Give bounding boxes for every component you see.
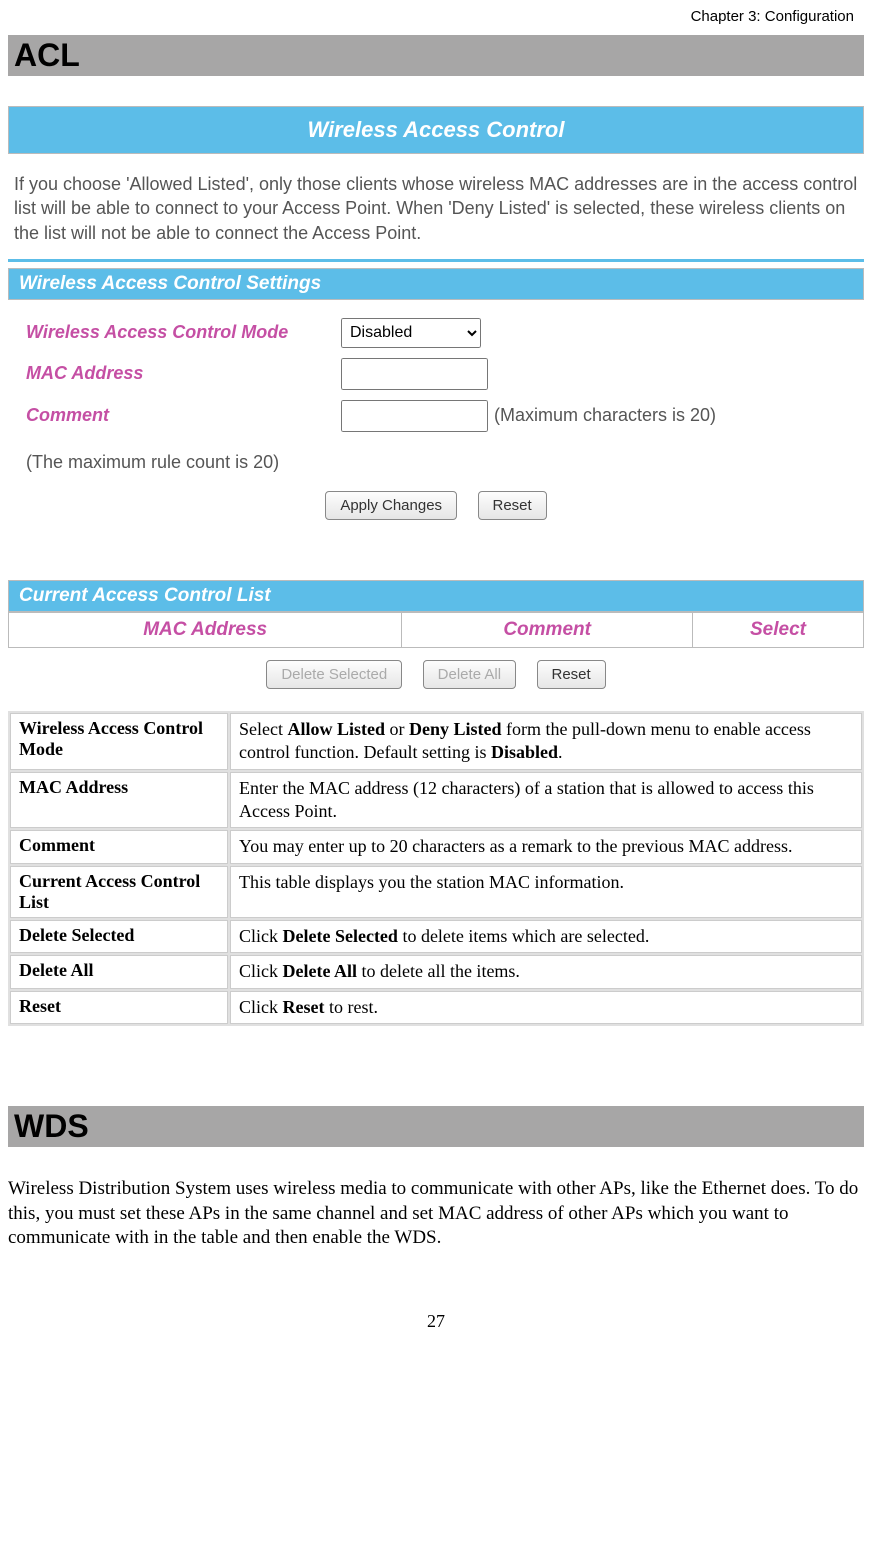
- desc-term: Wireless Access Control Mode: [10, 713, 228, 770]
- access-control-list-table: MAC Address Comment Select: [8, 612, 864, 648]
- table-row: Current Access Control List This table d…: [10, 866, 862, 918]
- desc-term: Current Access Control List: [10, 866, 228, 918]
- screenshot-wireless-access-control: Wireless Access Control If you choose 'A…: [8, 106, 864, 689]
- desc-term: Delete All: [10, 955, 228, 988]
- desc-term: MAC Address: [10, 772, 228, 829]
- list-title: Current Access Control List: [8, 580, 864, 612]
- table-row: Wireless Access Control ModeSelect Allow…: [10, 713, 862, 770]
- desc-def: Click Delete All to delete all the items…: [230, 955, 862, 988]
- desc-def: Click Delete Selected to delete items wh…: [230, 920, 862, 953]
- desc-def: Enter the MAC address (12 characters) of…: [230, 772, 862, 829]
- section-title-wds: WDS: [8, 1106, 864, 1147]
- mode-select[interactable]: Disabled: [341, 318, 481, 348]
- page-number: 27: [8, 1311, 864, 1342]
- panel-title: Wireless Access Control: [8, 106, 864, 154]
- delete-all-button[interactable]: Delete All: [423, 660, 516, 689]
- table-row: ResetClick Reset to rest.: [10, 991, 862, 1024]
- reset-button[interactable]: Reset: [478, 491, 547, 520]
- mac-label: MAC Address: [26, 363, 341, 384]
- table-row: Delete SelectedClick Delete Selected to …: [10, 920, 862, 953]
- apply-button[interactable]: Apply Changes: [325, 491, 457, 520]
- comment-label: Comment: [26, 405, 341, 426]
- delete-selected-button[interactable]: Delete Selected: [266, 660, 402, 689]
- reset-list-button[interactable]: Reset: [537, 660, 606, 689]
- col-select: Select: [692, 612, 863, 647]
- col-comment: Comment: [402, 612, 693, 647]
- wds-paragraph: Wireless Distribution System uses wirele…: [8, 1177, 864, 1251]
- mac-input[interactable]: [341, 358, 488, 390]
- desc-def: This table displays you the station MAC …: [230, 866, 862, 918]
- desc-term: Delete Selected: [10, 920, 228, 953]
- desc-def: Click Reset to rest.: [230, 991, 862, 1024]
- desc-term: Reset: [10, 991, 228, 1024]
- description-table: Wireless Access Control ModeSelect Allow…: [8, 711, 864, 1026]
- chapter-header: Chapter 3: Configuration: [8, 0, 864, 35]
- table-row: MAC AddressEnter the MAC address (12 cha…: [10, 772, 862, 829]
- panel-intro: If you choose 'Allowed Listed', only tho…: [8, 154, 864, 253]
- table-row: Delete AllClick Delete All to delete all…: [10, 955, 862, 988]
- divider: [8, 259, 864, 262]
- section-title-acl: ACL: [8, 35, 864, 76]
- mode-label: Wireless Access Control Mode: [26, 322, 341, 343]
- desc-def: You may enter up to 20 characters as a r…: [230, 830, 862, 863]
- desc-def: Select Allow Listed or Deny Listed form …: [230, 713, 862, 770]
- comment-input[interactable]: [341, 400, 488, 432]
- desc-term: Comment: [10, 830, 228, 863]
- settings-title: Wireless Access Control Settings: [8, 268, 864, 300]
- max-rule-note: (The maximum rule count is 20): [26, 452, 864, 473]
- table-row: CommentYou may enter up to 20 characters…: [10, 830, 862, 863]
- comment-hint: (Maximum characters is 20): [494, 405, 716, 426]
- col-mac: MAC Address: [9, 612, 402, 647]
